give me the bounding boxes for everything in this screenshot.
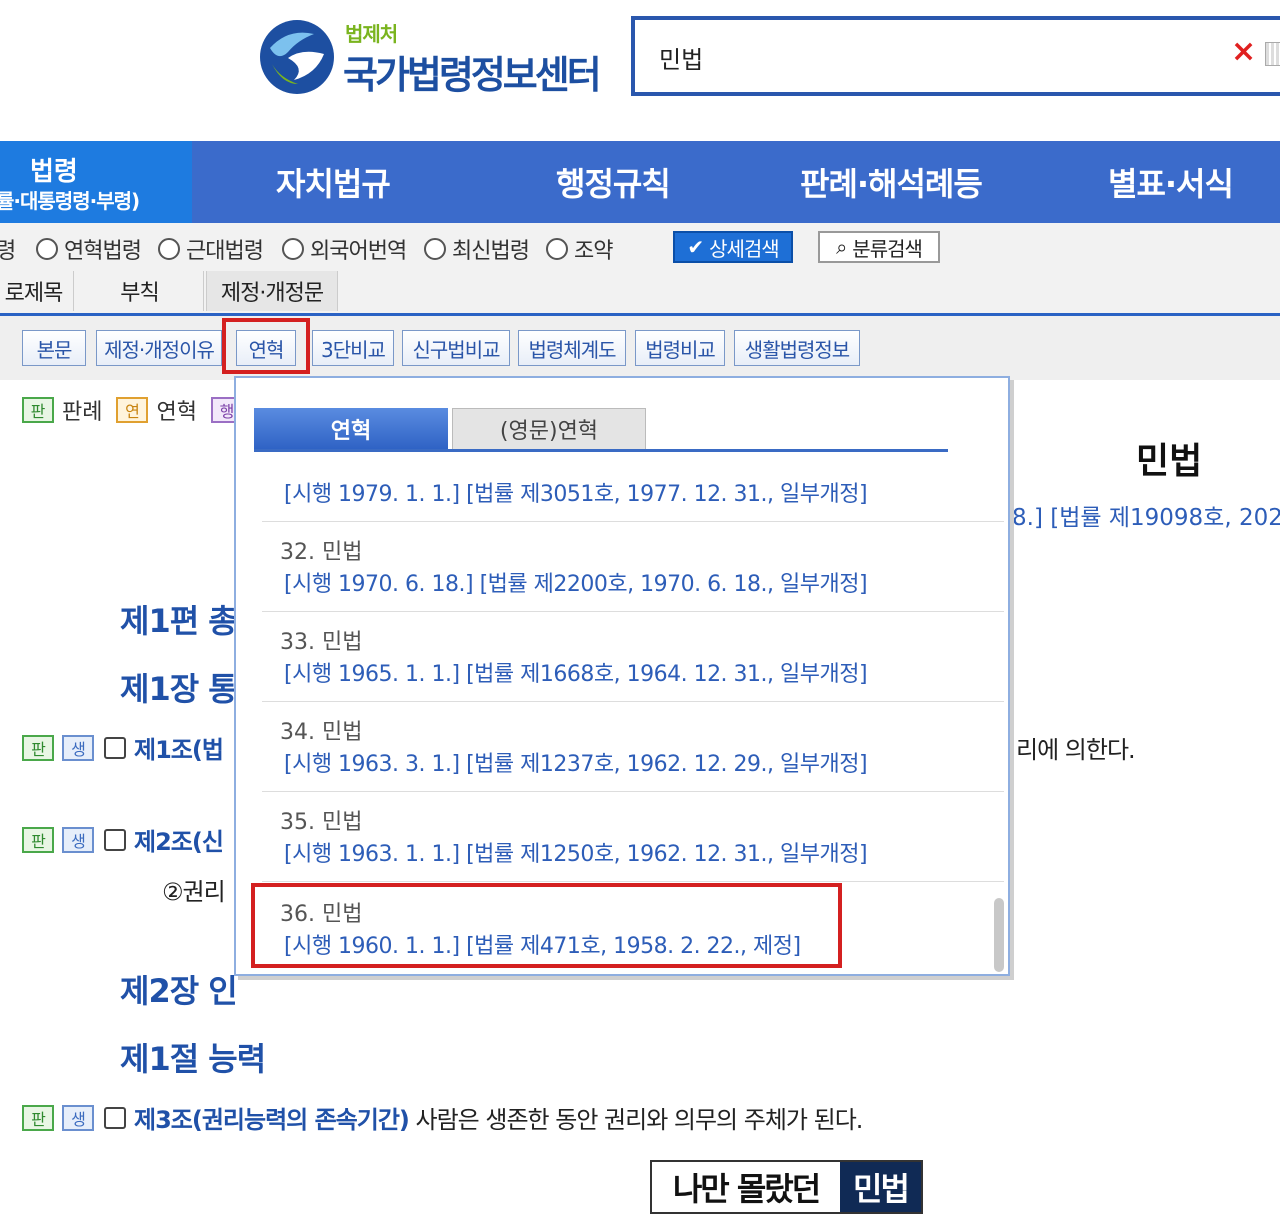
radio-latest-laws[interactable]: 최신법령 bbox=[424, 233, 530, 265]
tab-underline bbox=[254, 449, 948, 452]
precedent-badge[interactable]: 판 bbox=[22, 1104, 54, 1131]
article-3-text: 사람은 생존한 동안 권리와 의무의 주체가 된다. bbox=[408, 1106, 864, 1134]
radio-foreign-translation[interactable]: 외국어번역 bbox=[282, 233, 407, 265]
amendment-reason-button[interactable]: 제정·개정이유 bbox=[96, 330, 222, 366]
history-item-line[interactable]: [시행 1979. 1. 1.] [법률 제3051호, 1977. 12. 3… bbox=[284, 476, 868, 508]
subtab-appendix[interactable]: 부칙 bbox=[76, 271, 204, 311]
caption-part2: 민법 bbox=[840, 1162, 921, 1212]
law-compare-button[interactable]: 법령비교 bbox=[635, 330, 725, 366]
article-1-tail: 리에 의한다. bbox=[1016, 736, 1136, 764]
logo-emblem-icon[interactable] bbox=[258, 18, 336, 96]
history-item[interactable]: 34. 민법 [시행 1963. 3. 1.] [법률 제1237호, 1962… bbox=[262, 702, 1004, 792]
nav-item-local-laws[interactable]: 자치법규 bbox=[276, 159, 391, 205]
history-item[interactable]: 35. 민법 [시행 1963. 1. 1.] [법률 제1250호, 1962… bbox=[262, 792, 1004, 882]
body-button[interactable]: 본문 bbox=[22, 330, 86, 366]
history-badge: 연 bbox=[116, 397, 149, 423]
heading-section1: 제1절 능력 bbox=[120, 1040, 266, 1078]
radio-modern-laws[interactable]: 근대법령 bbox=[158, 233, 264, 265]
history-item-line[interactable]: [시행 1963. 3. 1.] [법률 제1237호, 1962. 12. 2… bbox=[284, 746, 868, 778]
law-title: 민법 bbox=[1136, 441, 1203, 482]
keyboard-icon[interactable] bbox=[1265, 42, 1280, 66]
search-input[interactable]: 민법 bbox=[659, 40, 703, 75]
article-checkbox[interactable] bbox=[104, 828, 126, 851]
caption-banner: 나만 몰랐던 민법 bbox=[650, 1160, 923, 1214]
precedent-badge[interactable]: 판 bbox=[22, 734, 54, 761]
heading-chapter2: 제2장 인 bbox=[120, 972, 238, 1010]
history-item-line[interactable]: [시행 1965. 1. 1.] [법률 제1668호, 1964. 12. 3… bbox=[284, 656, 868, 688]
history-item-highlight bbox=[251, 883, 842, 968]
option-fragment: 령 bbox=[0, 239, 16, 264]
living-badge[interactable]: 생 bbox=[62, 1104, 94, 1131]
detail-search-button[interactable]: ✔ 상세검색 bbox=[673, 231, 793, 263]
history-item-name: 35. 민법 bbox=[280, 810, 363, 835]
legend: 판 판례 연 연혁 행 bbox=[22, 394, 243, 426]
history-item-name: 33. 민법 bbox=[280, 630, 363, 655]
article-3: 판 생 제3조(권리능력의 존속기간) 사람은 생존한 동안 권리와 의무의 주… bbox=[22, 1100, 864, 1135]
nav-item-admin-rules[interactable]: 행정규칙 bbox=[556, 159, 671, 205]
class-search-button[interactable]: ⌕ 분류검색 bbox=[818, 231, 940, 263]
history-item[interactable]: 32. 민법 [시행 1970. 6. 18.] [법률 제2200호, 197… bbox=[262, 522, 1004, 612]
history-button-highlight bbox=[222, 318, 310, 374]
article-checkbox[interactable] bbox=[104, 736, 126, 759]
article-1-label[interactable]: 제1조(법 bbox=[134, 730, 224, 765]
subtab-enactment-text[interactable]: 제정·개정문 bbox=[206, 271, 338, 311]
popup-scrollbar[interactable] bbox=[994, 898, 1004, 972]
law-subline[interactable]: 8.] [법률 제19098호, 2022 bbox=[1012, 498, 1280, 532]
history-item-name: 34. 민법 bbox=[280, 720, 363, 745]
legend-history-label: 연혁 bbox=[156, 400, 197, 425]
nav-item-laws[interactable]: 법령 률·대통령령·부령) bbox=[0, 141, 192, 223]
search-bar: 민법 × bbox=[631, 16, 1280, 96]
radio-history-laws[interactable]: 연혁법령 bbox=[36, 233, 142, 265]
article-checkbox[interactable] bbox=[104, 1106, 126, 1129]
subtab-title[interactable]: 로제목 bbox=[0, 271, 74, 311]
nav-item-precedents[interactable]: 판례·해석례등 bbox=[800, 159, 983, 205]
heading-chapter1: 제1장 통 bbox=[120, 670, 238, 708]
tab-english-history[interactable]: (영문)연혁 bbox=[452, 408, 646, 450]
article-2-paragraph: ②권리 bbox=[162, 878, 226, 906]
history-item[interactable]: [시행 1979. 1. 1.] [법률 제3051호, 1977. 12. 3… bbox=[262, 474, 1004, 522]
logo-title[interactable]: 국가법령정보센터 bbox=[343, 44, 602, 99]
nav-item-laws-sublabel: 률·대통령령·부령) bbox=[0, 189, 140, 213]
document-toolbar: 본문 제정·개정이유 연혁 3단비교 신구법비교 법령체계도 법령비교 생활법령… bbox=[0, 316, 1280, 380]
article-2-label[interactable]: 제2조(신 bbox=[134, 822, 224, 857]
logo-subtitle: 법제처 bbox=[345, 22, 398, 46]
main-nav: 법령 률·대통령령·부령) 자치법규 행정규칙 판례·해석례등 별표·서식 bbox=[0, 141, 1280, 223]
tab-history[interactable]: 연혁 bbox=[254, 408, 448, 450]
detail-search-icon: ✔ bbox=[687, 235, 704, 259]
legend-precedent-label: 판례 bbox=[62, 400, 103, 425]
history-item-line[interactable]: [시행 1963. 1. 1.] [법률 제1250호, 1962. 12. 3… bbox=[284, 836, 868, 868]
history-item-name: 32. 민법 bbox=[280, 540, 363, 565]
search-options: 령 연혁법령 근대법령 외국어번역 최신법령 조약 ✔ 상세검색 ⌕ 분류검색 … bbox=[0, 223, 1280, 313]
clear-icon[interactable]: × bbox=[1231, 34, 1256, 69]
heading-part1: 제1편 총 bbox=[120, 602, 238, 640]
radio-treaty[interactable]: 조약 bbox=[546, 233, 613, 265]
history-item[interactable]: 33. 민법 [시행 1965. 1. 1.] [법률 제1668호, 1964… bbox=[262, 612, 1004, 702]
old-new-compare-button[interactable]: 신구법비교 bbox=[402, 330, 510, 366]
living-badge[interactable]: 생 bbox=[62, 826, 94, 853]
article-2: 판 생 제2조(신 bbox=[22, 822, 224, 857]
living-law-info-button[interactable]: 생활법령정보 bbox=[734, 330, 860, 366]
precedent-badge[interactable]: 판 bbox=[22, 826, 54, 853]
living-badge[interactable]: 생 bbox=[62, 734, 94, 761]
nav-item-laws-label: 법령 bbox=[30, 157, 78, 187]
law-hierarchy-button[interactable]: 법령체계도 bbox=[518, 330, 626, 366]
caption-part1: 나만 몰랐던 bbox=[652, 1162, 840, 1212]
nav-item-forms[interactable]: 별표·서식 bbox=[1108, 159, 1234, 205]
history-item-line[interactable]: [시행 1970. 6. 18.] [법률 제2200호, 1970. 6. 1… bbox=[284, 566, 868, 598]
article-1: 판 생 제1조(법 bbox=[22, 730, 224, 765]
article-3-label[interactable]: 제3조(권리능력의 존속기간) bbox=[134, 1100, 410, 1135]
precedent-badge: 판 bbox=[22, 397, 54, 423]
three-way-compare-button[interactable]: 3단비교 bbox=[312, 330, 394, 366]
magnifier-icon: ⌕ bbox=[836, 235, 847, 259]
